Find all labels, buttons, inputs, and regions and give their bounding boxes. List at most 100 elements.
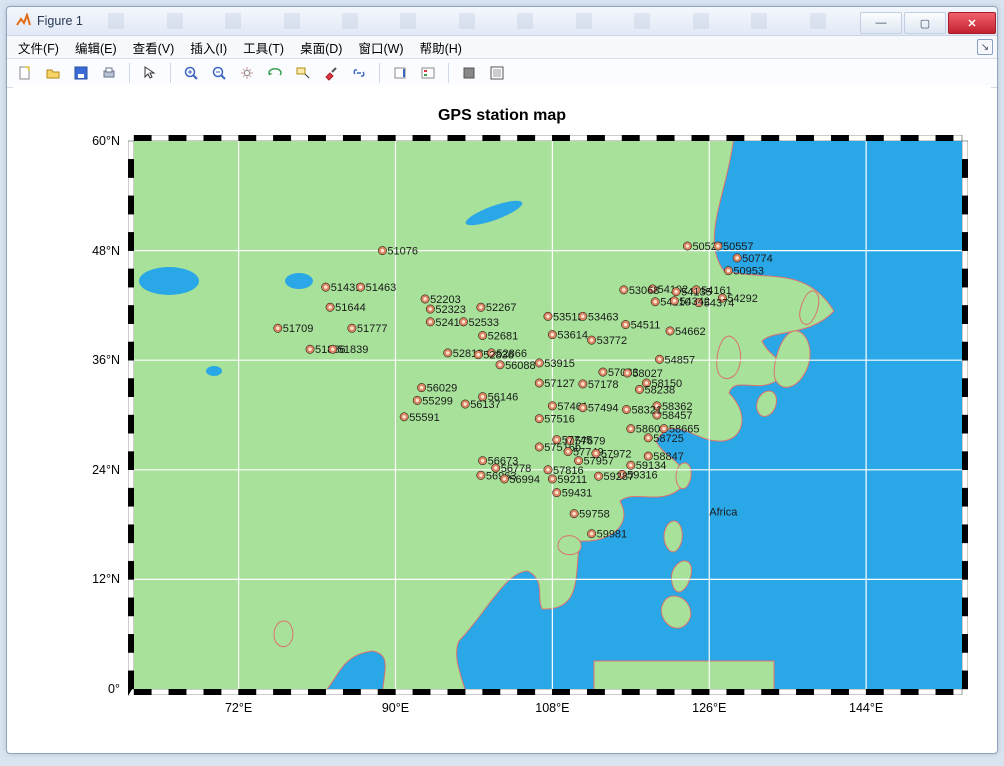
station-label: 52323 (435, 304, 466, 316)
station-label: 53614 (557, 330, 588, 342)
station-label: 57516 (544, 414, 575, 426)
map-svg: 5107650527505575077450953514315146352203… (134, 141, 962, 689)
station-label: 51709 (283, 323, 314, 335)
title-shadow-icons (87, 9, 847, 33)
x-tick-label: 126°E (692, 701, 726, 715)
station-label: 59211 (557, 474, 587, 486)
station-label: 57127 (544, 378, 575, 390)
menu-dock-arrow[interactable]: ↘ (977, 39, 993, 55)
toolbar-separator (170, 63, 171, 83)
figure-window: Figure 1 — ▢ ✕ 文件(F) 编辑(E) 查看(V) 插入(I) 工… (6, 6, 998, 754)
figure-canvas: GPS station map 0°12°N24°N36°N48°N60°N 7… (13, 85, 991, 747)
station-label: 53772 (597, 335, 628, 347)
station-label: 57178 (588, 379, 619, 391)
y-tick-label: 60°N (92, 134, 120, 148)
y-tick-label: 24°N (92, 463, 120, 477)
station-label: 54511 (631, 320, 661, 332)
pan-button[interactable] (235, 61, 259, 85)
brush-button[interactable] (319, 61, 343, 85)
menu-insert[interactable]: 插入(I) (183, 36, 234, 59)
station-label: 53463 (588, 311, 619, 323)
matlab-icon (15, 13, 31, 29)
station-label: 58238 (645, 384, 676, 396)
station-label: 58321 (631, 405, 662, 417)
x-tick-label: 108°E (535, 701, 569, 715)
x-tick-label: 90°E (382, 701, 409, 715)
station-label: 54857 (665, 354, 696, 366)
show-plot-tools-button[interactable] (485, 61, 509, 85)
menu-view[interactable]: 查看(V) (126, 36, 182, 59)
axes-title: GPS station map (13, 107, 991, 125)
origin-arrow-icon (128, 680, 133, 696)
station-label: 58457 (662, 410, 693, 422)
station-label: 56994 (509, 474, 540, 486)
toolbar-separator (448, 63, 449, 83)
station-label: 56137 (470, 399, 501, 411)
station-label: 51644 (335, 302, 366, 314)
station-label: 53915 (544, 358, 575, 370)
station-label: 56088 (505, 360, 536, 372)
insert-colorbar-button[interactable] (388, 61, 412, 85)
new-figure-button[interactable] (13, 61, 37, 85)
axes[interactable]: 0°12°N24°N36°N48°N60°N 72°E90°E108°E126°… (128, 135, 968, 695)
station-label: 50774 (742, 253, 773, 265)
station-label: 53068 (629, 285, 660, 297)
minimize-button[interactable]: — (860, 12, 902, 34)
hide-plot-tools-button[interactable] (457, 61, 481, 85)
y-tick-label: 0° (108, 682, 120, 696)
station-label: 59758 (579, 509, 610, 521)
station-label: 57494 (588, 403, 619, 415)
legend-label: Africa (709, 506, 738, 518)
station-label: 56673 (488, 456, 519, 468)
insert-legend-button[interactable] (416, 61, 440, 85)
menu-edit[interactable]: 编辑(E) (68, 36, 124, 59)
data-cursor-button[interactable] (291, 61, 315, 85)
menu-bar: 文件(F) 编辑(E) 查看(V) 插入(I) 工具(T) 桌面(D) 窗口(W… (7, 36, 997, 59)
station-label: 51839 (338, 344, 369, 356)
menu-tools[interactable]: 工具(T) (236, 36, 291, 59)
station-label: 51463 (366, 282, 397, 294)
link-button[interactable] (347, 61, 371, 85)
station-label: 55591 (409, 412, 440, 424)
maximize-button[interactable]: ▢ (904, 12, 946, 34)
station-label: 55299 (422, 395, 453, 407)
toolbar-separator (129, 63, 130, 83)
station-label: 59981 (597, 529, 628, 541)
station-label: 57745 (562, 435, 593, 447)
station-label: 54342 (679, 296, 710, 308)
menu-file[interactable]: 文件(F) (11, 36, 66, 59)
zoom-out-button[interactable] (207, 61, 231, 85)
menu-window[interactable]: 窗口(W) (351, 36, 410, 59)
station-label: 50953 (733, 266, 764, 278)
station-marker[interactable]: 50774 (733, 253, 773, 265)
station-label: 52681 (488, 331, 519, 343)
station-label: 56029 (427, 383, 458, 395)
save-button[interactable] (69, 61, 93, 85)
station-label: 51777 (357, 323, 388, 335)
x-tick-label: 72°E (225, 701, 252, 715)
station-label: 50557 (723, 241, 754, 253)
station-label: 59134 (636, 460, 667, 472)
station-label: 59431 (562, 488, 593, 500)
print-button[interactable] (97, 61, 121, 85)
menu-help[interactable]: 帮助(H) (413, 36, 469, 59)
station-label: 59287 (604, 471, 635, 483)
y-tick-label: 12°N (92, 572, 120, 586)
station-label: 58725 (653, 433, 684, 445)
x-tick-label: 144°E (849, 701, 883, 715)
toolbar (7, 59, 997, 88)
zoom-in-button[interactable] (179, 61, 203, 85)
station-label: 57972 (601, 448, 632, 460)
edit-pointer-button[interactable] (138, 61, 162, 85)
y-tick-label: 36°N (92, 353, 120, 367)
toolbar-separator (379, 63, 380, 83)
y-tick-label: 48°N (92, 244, 120, 258)
map-area[interactable]: 5107650527505575077450953514315146352203… (134, 141, 962, 689)
station-label: 54662 (675, 326, 706, 338)
station-label: 51076 (387, 246, 418, 258)
menu-desktop[interactable]: 桌面(D) (293, 36, 349, 59)
open-button[interactable] (41, 61, 65, 85)
close-button[interactable]: ✕ (948, 12, 996, 34)
station-label: 52267 (486, 302, 517, 314)
rotate-button[interactable] (263, 61, 287, 85)
